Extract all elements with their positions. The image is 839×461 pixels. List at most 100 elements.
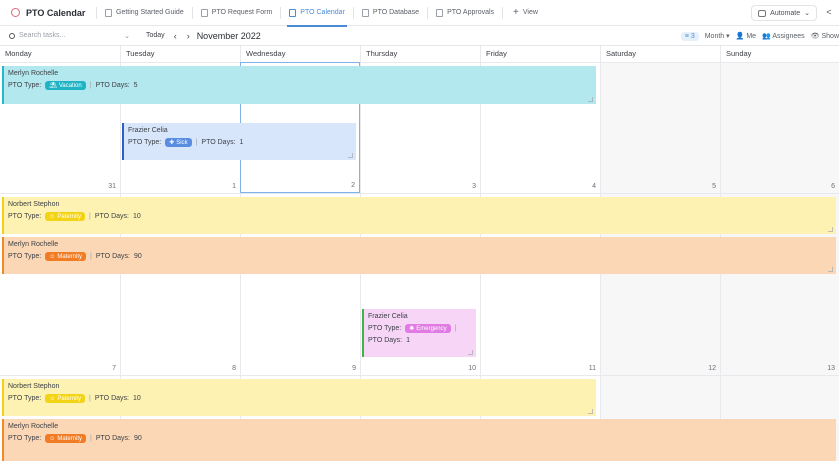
add-view-label: View: [522, 9, 538, 16]
pto-event-sick[interactable]: Frazier Celia PTO Type: ✚ Sick | PTO Days…: [122, 123, 356, 160]
day-cell-weekend[interactable]: 5: [600, 62, 720, 193]
divider: |: [454, 325, 457, 332]
pto-event-paternity[interactable]: Norbert Stephon PTO Type: ☺ Paternity | P…: [2, 197, 836, 234]
tab-getting-started-guide[interactable]: Getting Started Guide: [97, 0, 192, 26]
weekday-monday: Monday: [5, 49, 32, 58]
pto-type-value: Paternity: [57, 395, 82, 402]
pto-event-emergency[interactable]: Frazier Celia PTO Type: ✱ Emergency | PTO…: [362, 309, 476, 357]
event-details: PTO Type: ⛱ Vacation | PTO Days: 5: [8, 81, 596, 90]
pto-type-pill: ✱ Emergency: [405, 324, 451, 333]
pto-event-maternity[interactable]: Merlyn Rochelle PTO Type: ☺ Maternity | P…: [2, 419, 836, 461]
tab-label: PTO Request Form: [211, 9, 273, 16]
weekday-saturday: Saturday: [600, 46, 720, 62]
automate-button[interactable]: Automate ⌄: [751, 5, 817, 21]
divider: |: [195, 139, 198, 146]
pto-type-value: Paternity: [57, 213, 82, 220]
day-number: 10: [468, 365, 476, 372]
add-view-button[interactable]: + View: [503, 6, 548, 18]
app-title-text: PTO Calendar: [26, 7, 86, 18]
pto-days-label: PTO Days:: [95, 253, 130, 260]
chevron-down-icon[interactable]: ⌄: [124, 32, 130, 40]
search-box[interactable]: Search tasks... ⌄: [0, 32, 130, 40]
share-icon[interactable]: <: [823, 7, 835, 19]
day-number: 3: [472, 183, 476, 190]
weekday-tuesday: Tuesday: [120, 46, 240, 62]
event-employee-name: Frazier Celia: [368, 313, 408, 320]
pto-event-vacation[interactable]: Merlyn Rochelle PTO Type: ⛱ Vacation | PT…: [2, 66, 596, 104]
pto-days-label: PTO Days:: [95, 435, 130, 442]
pto-type-value: Emergency: [416, 325, 447, 332]
tab-label: Getting Started Guide: [116, 9, 184, 16]
pto-days-value: 1: [239, 139, 244, 146]
divider: |: [89, 82, 92, 89]
tab-pto-calendar[interactable]: PTO Calendar: [281, 0, 353, 27]
pto-type-pill: ✚ Sick: [165, 138, 192, 147]
search-icon: [9, 32, 15, 39]
event-employee-name: Norbert Stephon: [8, 201, 60, 208]
vacation-icon: ⛱: [49, 83, 57, 89]
pto-type-pill: ☺ Maternity: [45, 252, 87, 261]
event-employee-name: Merlyn Rochelle: [8, 241, 59, 248]
tab-pto-request-form[interactable]: PTO Request Form: [193, 0, 281, 26]
tab-pto-database[interactable]: PTO Database: [354, 0, 427, 26]
pto-type-pill: ☺ Maternity: [45, 434, 87, 443]
pto-days-value: 10: [132, 395, 141, 402]
pto-days-value: 1: [406, 337, 411, 344]
pto-type-pill: ⛱ Vacation: [45, 81, 86, 90]
event-employee-name: Frazier Celia: [128, 127, 168, 134]
me-filter-button[interactable]: 👤 Me: [736, 32, 756, 40]
assignees-button[interactable]: 👥 Assignees: [762, 32, 805, 40]
resize-handle-icon[interactable]: [588, 97, 593, 102]
list-status-icon: [11, 8, 20, 17]
pto-type-label: PTO Type:: [8, 213, 42, 220]
day-number: 4: [592, 183, 596, 190]
event-employee-name: Norbert Stephon: [8, 383, 60, 390]
resize-handle-icon[interactable]: [468, 350, 473, 355]
pto-type-label: PTO Type:: [8, 395, 42, 402]
assignees-label: Assignees: [772, 33, 805, 40]
filter-count: 3: [690, 32, 695, 40]
pto-days-value: 10: [132, 213, 141, 220]
sick-icon: ✚: [169, 140, 175, 146]
pto-type-value: Sick: [176, 139, 188, 146]
calendar-icon: [289, 8, 297, 17]
resize-handle-icon[interactable]: [828, 267, 833, 272]
tab-pto-approvals[interactable]: PTO Approvals: [428, 0, 502, 26]
event-details: PTO Type: ✱ Emergency |: [368, 324, 476, 333]
day-number: 6: [831, 183, 835, 190]
search-input[interactable]: Search tasks...: [19, 32, 65, 39]
maternity-icon: ☺: [49, 253, 56, 260]
day-of-week-header: Monday Tuesday Wednesday Thursday Friday…: [0, 46, 839, 62]
tab-label: PTO Approvals: [447, 9, 495, 16]
pto-days-label: PTO Days:: [201, 139, 236, 146]
emergency-icon: ✱: [409, 326, 415, 332]
day-number: 8: [232, 365, 236, 372]
pto-days-value: 90: [133, 435, 142, 442]
view-mode-select[interactable]: Month ▾: [705, 32, 730, 40]
weekday-thursday: Thursday: [360, 46, 480, 62]
pto-event-maternity[interactable]: Merlyn Rochelle PTO Type: ☺ Maternity | P…: [2, 237, 836, 274]
filter-button[interactable]: ≡ 3: [680, 31, 699, 41]
toolbar-right: ≡ 3 Month ▾ 👤 Me 👥 Assignees 👁 Show: [680, 26, 839, 46]
next-month-icon[interactable]: ›: [182, 31, 195, 41]
resize-handle-icon[interactable]: [348, 153, 353, 158]
event-details: PTO Type: ☺ Maternity | PTO Days: 90: [8, 434, 836, 443]
pto-event-paternity[interactable]: Norbert Stephon PTO Type: ☺ Paternity | P…: [2, 379, 596, 416]
resize-handle-icon[interactable]: [588, 409, 593, 414]
tab-label: PTO Calendar: [300, 9, 345, 16]
resize-handle-icon[interactable]: [828, 227, 833, 232]
plus-icon: +: [513, 6, 519, 18]
app-title[interactable]: PTO Calendar: [0, 0, 96, 26]
day-cell-weekend[interactable]: 6: [720, 62, 839, 193]
event-details: PTO Type: ☺ Maternity | PTO Days: 90: [8, 252, 836, 261]
previous-month-icon[interactable]: ‹: [169, 31, 182, 41]
today-button[interactable]: Today: [142, 30, 169, 41]
view-mode-label: Month: [704, 33, 725, 40]
calendar-toolbar: Search tasks... ⌄ Today ‹ › November 202…: [0, 26, 839, 46]
board-icon: [436, 8, 444, 17]
pto-type-value: Vacation: [58, 82, 82, 89]
show-label: Show: [821, 33, 839, 40]
show-button[interactable]: 👁 Show: [811, 32, 839, 40]
pto-type-value: Maternity: [57, 253, 83, 260]
day-number: 11: [588, 365, 596, 372]
